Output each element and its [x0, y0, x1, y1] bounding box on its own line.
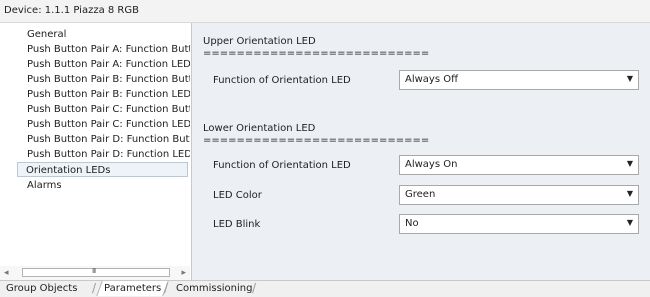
led-blink-label: LED Blink: [213, 219, 261, 230]
tree-item-pair-a-leds[interactable]: Push Button Pair A: Function LEDs: [0, 57, 190, 72]
tab-separator: /: [252, 281, 257, 295]
caret-down-icon: ▼: [626, 189, 633, 198]
lower-function-label: Function of Orientation LED: [213, 160, 351, 171]
caret-down-icon: ▼: [626, 218, 633, 227]
parameter-tree: General Push Button Pair A: Function But…: [0, 23, 192, 280]
tree-item-label: Push Button Pair A: Function Buttons: [27, 44, 190, 55]
tree-item-pair-d-leds[interactable]: Push Button Pair D: Function LEDs: [0, 147, 190, 162]
tree-item-pair-c-buttons[interactable]: Push Button Pair C: Function Buttons: [0, 102, 190, 117]
horizontal-scrollbar[interactable]: ◂ III ▸: [0, 266, 190, 280]
scrollbar-thumb[interactable]: III: [22, 267, 170, 277]
led-color-label: LED Color: [213, 190, 262, 201]
tree-item-pair-d-buttons[interactable]: Push Button Pair D: Function Buttons: [0, 132, 190, 147]
tab-separator: /: [92, 281, 97, 295]
upper-function-label: Function of Orientation LED: [213, 75, 351, 86]
tree-item-label: Push Button Pair D: Function Buttons: [27, 134, 190, 145]
tree-item-pair-c-leds[interactable]: Push Button Pair C: Function LEDs: [0, 117, 190, 132]
device-header: Device: 1.1.1 Piazza 8 RGB: [0, 0, 650, 23]
lower-section-separator: ===========================: [203, 135, 430, 146]
tab-separator: /: [164, 281, 169, 295]
tree-item-label: Alarms: [27, 180, 62, 191]
tree-item-label: Push Button Pair B: Function Buttons: [27, 74, 190, 85]
tree-item-orientation-leds[interactable]: Orientation LEDs: [17, 162, 188, 177]
led-color-dropdown[interactable]: Green ▼: [399, 185, 639, 205]
caret-down-icon: ▼: [626, 159, 633, 168]
tree-item-general[interactable]: General: [0, 27, 190, 42]
arrow-right-icon[interactable]: ▸: [181, 268, 186, 278]
tree-item-label: Push Button Pair C: Function LEDs: [27, 119, 190, 130]
dropdown-value: No: [405, 218, 419, 229]
tab-group-objects[interactable]: Group Objects: [2, 281, 81, 296]
tree-item-alarms[interactable]: Alarms: [0, 178, 190, 193]
scrollbar-grip: III: [92, 267, 96, 275]
tree-item-label: Push Button Pair C: Function Buttons: [27, 104, 190, 115]
tab-commissioning[interactable]: Commissioning: [172, 281, 256, 296]
lower-section-title: Lower Orientation LED: [203, 123, 316, 134]
tree-item-label: Orientation LEDs: [26, 165, 111, 176]
upper-section-title: Upper Orientation LED: [203, 36, 316, 47]
tree-item-label: Push Button Pair D: Function LEDs: [27, 149, 190, 160]
upper-section-separator: ===========================: [203, 48, 430, 59]
tree-item-label: Push Button Pair A: Function LEDs: [27, 59, 190, 70]
tree-item-pair-a-buttons[interactable]: Push Button Pair A: Function Buttons: [0, 42, 190, 57]
tree-item-pair-b-leds[interactable]: Push Button Pair B: Function LEDs: [0, 87, 190, 102]
arrow-left-icon[interactable]: ◂: [4, 268, 9, 278]
parameter-panel: Upper Orientation LED ==================…: [192, 23, 650, 280]
lower-function-dropdown[interactable]: Always On ▼: [399, 155, 639, 175]
tab-parameters[interactable]: Parameters: [96, 281, 169, 296]
dropdown-value: Always On: [405, 159, 458, 170]
tree-item-label: General: [27, 29, 67, 40]
tab-label: Group Objects: [6, 283, 78, 294]
device-label: Device: 1.1.1 Piazza 8 RGB: [4, 5, 139, 16]
upper-function-dropdown[interactable]: Always Off ▼: [399, 70, 639, 90]
tab-label: Commissioning: [176, 283, 253, 294]
bottom-tab-bar: Group Objects / Parameters / Commissioni…: [0, 280, 650, 297]
caret-down-icon: ▼: [626, 74, 633, 83]
dropdown-value: Always Off: [405, 74, 458, 85]
led-blink-dropdown[interactable]: No ▼: [399, 214, 639, 234]
tab-label: Parameters: [104, 283, 162, 294]
tree-item-pair-b-buttons[interactable]: Push Button Pair B: Function Buttons: [0, 72, 190, 87]
tree-item-label: Push Button Pair B: Function LEDs: [27, 89, 190, 100]
dropdown-value: Green: [405, 189, 436, 200]
